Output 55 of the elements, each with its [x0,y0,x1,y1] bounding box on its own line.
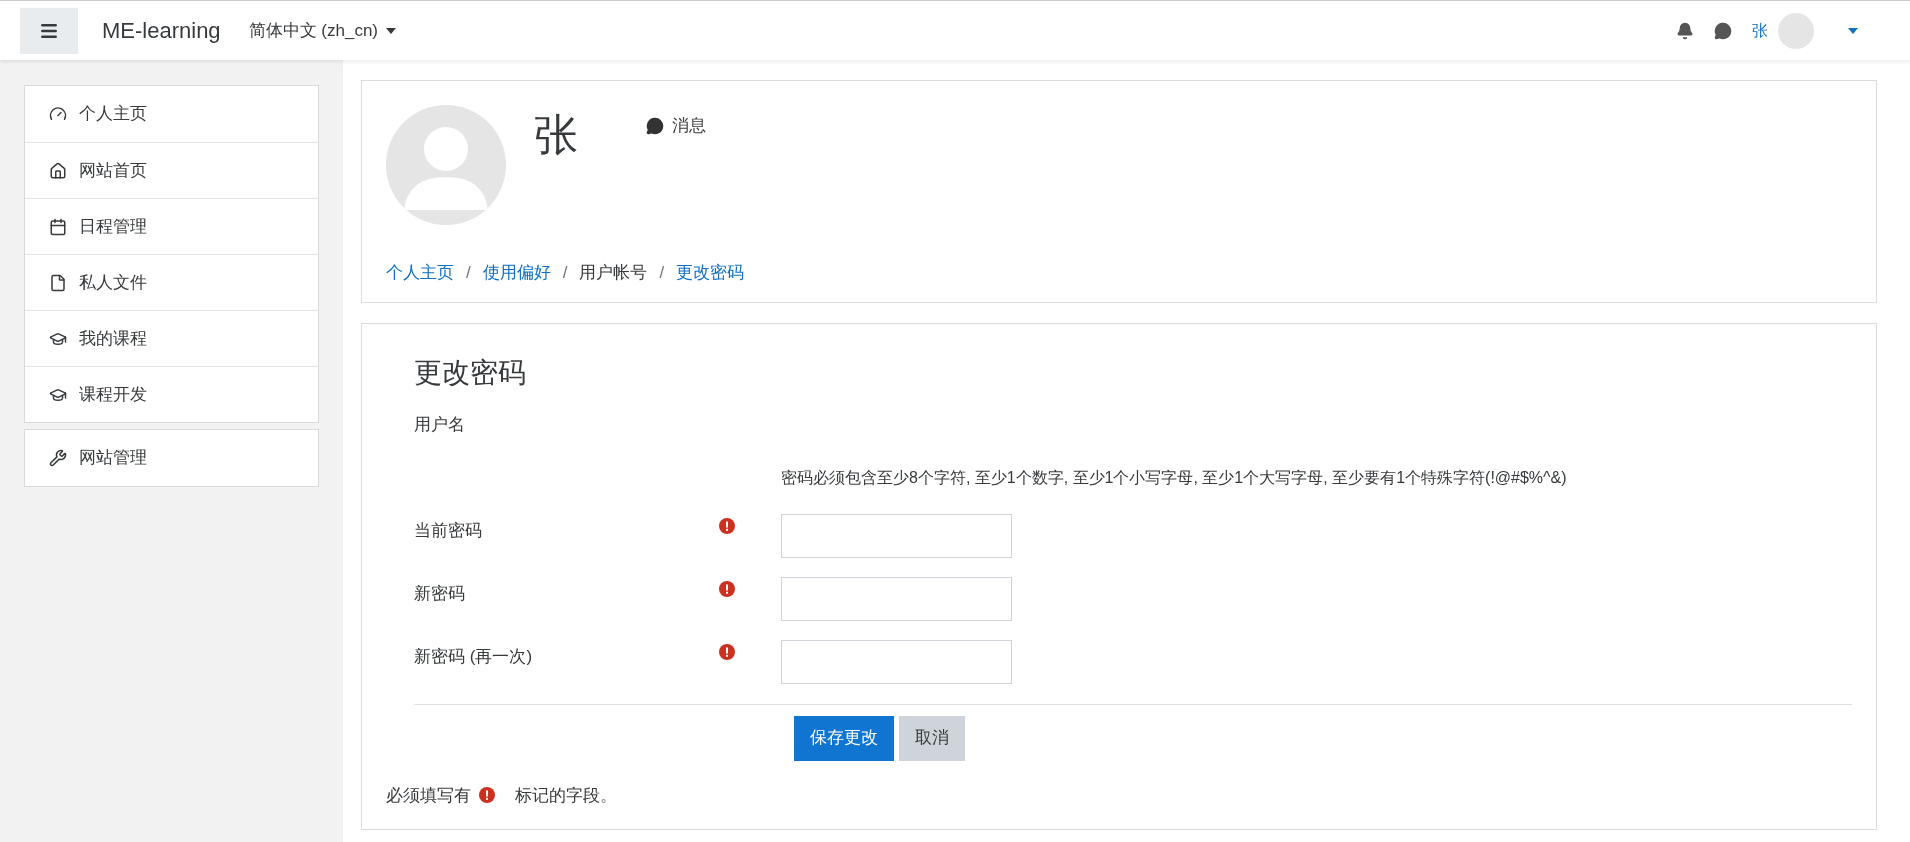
breadcrumb-separator: / [562,262,568,284]
site-brand[interactable]: ME-learning [102,14,221,47]
breadcrumb-item: 用户帐号 [579,262,648,284]
chat-bubble-icon [646,116,664,135]
breadcrumb-separator: / [466,262,471,284]
language-menu[interactable]: 简体中文 (zh_cn) [248,17,397,44]
required-icon [719,580,735,597]
sidebar-item[interactable]: 网站管理 [25,430,318,486]
file-icon [49,273,67,292]
sidebar-item[interactable]: 网站首页 [25,142,318,198]
menu-button[interactable] [20,7,78,54]
sidebar-item[interactable]: 课程开发 [25,366,318,422]
user-full-name: 张 [534,113,578,157]
sidebar-item-label: 个人主页 [79,103,147,126]
wrench-icon [49,449,67,467]
message-link[interactable]: 消息 [646,113,706,139]
breadcrumb-link[interactable]: 更改密码 [676,260,745,286]
password-input-field[interactable] [781,513,1012,558]
breadcrumb-separator: / [659,262,665,284]
sidebar-item[interactable]: 个人主页 [25,86,318,142]
sidebar-item-label: 日程管理 [79,215,147,238]
calendar-icon [49,217,67,236]
sidebar-item-label: 课程开发 [79,383,147,406]
home-icon [49,161,67,180]
sidebar-item[interactable]: 我的课程 [25,310,318,366]
password-policy: 密码必须包含至少8个字符, 至少1个数字, 至少1个小写字母, 至少1个大写字母, 至少要有1个特殊字符(!@#$%^&) [781,467,1568,488]
username-label: 用户名 [414,414,466,436]
cancel-button[interactable]: 取消 [899,715,965,761]
chat-bubble-icon[interactable] [1714,21,1732,40]
required-icon [719,517,735,534]
required-note: 标记的字段。 [515,784,617,807]
save-button[interactable]: 保存更改 [794,715,894,761]
required-icon [719,643,735,660]
breadcrumb-link[interactable]: 个人主页 [386,260,454,286]
field-label: 当前密码 [414,519,483,542]
sidebar-item[interactable]: 日程管理 [25,198,318,254]
field-label: 新密码 [414,582,466,605]
password-input-field[interactable] [781,576,1012,621]
gauge-icon [49,105,67,123]
user-menu[interactable]: 张 [1752,10,1858,51]
required-note: 必须填写有 [386,784,471,807]
sidebar-item-label: 私人文件 [79,271,147,294]
sidebar-item-label: 网站管理 [79,447,147,470]
caret-icon [386,27,397,34]
notification-bell-icon[interactable] [1676,21,1694,40]
field-label: 新密码 (再一次) [414,645,534,668]
caret-icon [1848,27,1858,34]
breadcrumb-link[interactable]: 使用偏好 [482,260,551,286]
user-name: 张 [1752,20,1768,41]
required-icon [479,787,495,804]
sidebar-item[interactable]: 私人文件 [25,254,318,310]
password-input-field[interactable] [781,639,1012,684]
sidebar-item-label: 我的课程 [79,327,147,350]
form-title: 更改密码 [414,356,527,390]
sidebar-item-label: 网站首页 [79,159,147,182]
